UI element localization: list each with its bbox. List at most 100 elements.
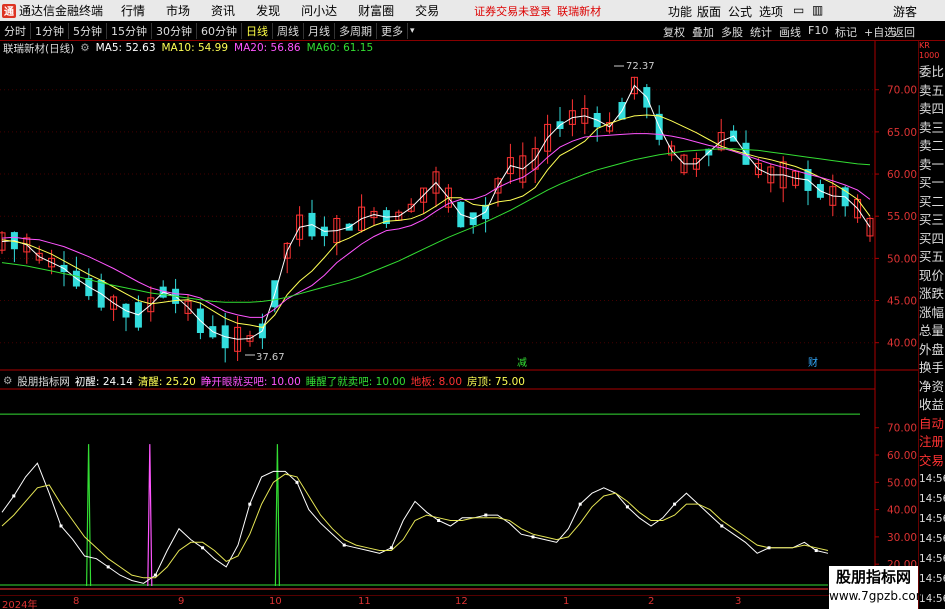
indicator-dot: [59, 524, 63, 528]
indicator-dot: [201, 546, 205, 550]
watermark: 股朋指标网 www.7gpzb.com: [829, 566, 928, 609]
panel-item[interactable]: 卖一: [919, 156, 945, 175]
moving-average-lines: [1, 84, 871, 340]
panel-item[interactable]: 涨幅: [919, 304, 945, 323]
indicator-dot: [248, 502, 252, 506]
panel-item[interactable]: 外盘: [919, 341, 945, 360]
watermark-title: 股朋指标网: [835, 568, 911, 586]
panel-item[interactable]: 买一: [919, 174, 945, 193]
indicator-name[interactable]: 股朋指标网: [17, 374, 70, 389]
indicator-dot: [342, 543, 346, 547]
ind-y-tick-label: 60.00: [887, 450, 917, 462]
y-tick-label: 55.00: [887, 211, 917, 223]
ind-y-tick-label: 70.00: [887, 423, 917, 435]
x-axis-labels: 2024年 8 9 10 11 12 1 2 3: [0, 596, 830, 609]
watermark-url: www.7gpzb.com: [829, 589, 928, 603]
panel-item[interactable]: 换手: [919, 359, 945, 378]
candlestick-series: [0, 76, 874, 363]
panel-item[interactable]: 委比: [919, 63, 945, 82]
main-grid: [0, 89, 875, 344]
ind-legend-roof: 房顶: 75.00: [467, 375, 525, 388]
indicator-gear-icon[interactable]: ⚙: [0, 375, 12, 387]
panel-item[interactable]: 净资: [919, 378, 945, 397]
y-tick-label: 60.00: [887, 169, 917, 181]
panel-item[interactable]: 卖二: [919, 137, 945, 156]
panel-item[interactable]: 买二: [919, 193, 945, 212]
sell-signal-spike: [274, 444, 280, 587]
indicator-dot: [673, 502, 677, 506]
quote-side-panel: KR 1000 委比 卖五 卖四 卖三 卖二 卖一 买一 买二 买三 买四 买五 现价 涨跌 涨幅 总量 外盘换…: [918, 41, 945, 609]
main-annotations: 72.37 37.67 减 财: [245, 61, 818, 369]
ind-legend-floor: 地板: 8.00: [410, 375, 463, 388]
x-tick-label: 3: [735, 596, 742, 607]
ind-y-tick-label: 40.00: [887, 505, 917, 517]
y-tick-label: 45.00: [887, 296, 917, 308]
x-tick-label: 9: [178, 596, 185, 607]
panel-item[interactable]: 买五: [919, 248, 945, 267]
indicator-dot: [720, 524, 724, 528]
x-tick-label: 10: [269, 596, 282, 607]
indicator-dot: [437, 519, 441, 523]
x-tick-label: 2024年: [2, 600, 38, 609]
chart-canvas[interactable]: 70.00 65.00 60.00 55.00 50.00 45.00 40.00 72.3…: [0, 0, 918, 596]
indicator-dot: [625, 505, 629, 509]
indicator-grid: [0, 413, 860, 590]
panel-item[interactable]: 收益: [919, 396, 945, 415]
panel-item-action[interactable]: 交易: [919, 452, 945, 471]
tick-time: 14:56: [919, 553, 945, 565]
panel-item[interactable]: 卖五: [919, 82, 945, 101]
ma-line-ma20: [1, 133, 871, 318]
panel-item[interactable]: 总量: [919, 322, 945, 341]
indicator-dot: [531, 535, 535, 539]
x-tick-label: 12: [455, 596, 468, 607]
indicator-dot: [767, 546, 771, 550]
indicator-dot: [484, 513, 488, 517]
indicator-dot: [106, 565, 110, 569]
x-tick-label: 2: [648, 596, 655, 607]
ind-y-tick-label: 50.00: [887, 477, 917, 489]
indicator-header: ⚙ 股朋指标网 初醒: 24.14 清醒: 25.20 睁开眼就买吧: 10.0…: [0, 374, 525, 388]
y-tick-label: 50.00: [887, 253, 917, 265]
ma-line-ma5: [1, 84, 871, 340]
indicator-dot: [389, 546, 393, 550]
indicator-dot: [814, 549, 818, 553]
indicator-line-qingxing: [1, 473, 829, 579]
ind-legend-sell: 睡醒了就卖吧: 10.00: [305, 375, 406, 388]
reduce-holding-marker[interactable]: 减: [517, 357, 527, 369]
tick-time: 14:56: [919, 493, 945, 505]
sell-signal-spike: [86, 444, 92, 587]
tick-time: 14:56: [919, 533, 945, 545]
financial-report-marker[interactable]: 财: [808, 356, 818, 369]
indicator-y-axis: 70.0060.0050.0040.0030.0020.00: [875, 423, 917, 571]
panel-code: KR 1000: [919, 41, 940, 60]
panel-item[interactable]: 涨跌: [919, 285, 945, 304]
panel-item[interactable]: 买四: [919, 230, 945, 249]
indicator-dot: [12, 494, 16, 498]
ind-y-tick-label: 30.00: [887, 532, 917, 544]
main-y-axis: 70.00 65.00 60.00 55.00 50.00 45.00 40.00: [875, 85, 917, 350]
high-price-label: 72.37: [626, 61, 655, 72]
buy-signal-spike: [147, 444, 153, 587]
indicator-dot: [153, 573, 157, 577]
tick-time: 14:56: [919, 573, 945, 585]
panel-item[interactable]: 卖三: [919, 119, 945, 138]
x-tick-label: 8: [73, 596, 80, 607]
panel-item-action[interactable]: 注册: [919, 433, 945, 452]
panel-item[interactable]: 现价: [919, 267, 945, 286]
panel-item[interactable]: 卖四: [919, 100, 945, 119]
y-tick-label: 65.00: [887, 127, 917, 139]
indicator-dot: [578, 502, 582, 506]
panel-item-action[interactable]: 自动: [919, 415, 945, 434]
low-price-label: 37.67: [256, 352, 285, 363]
ind-legend-buy: 睁开眼就买吧: 10.00: [200, 375, 301, 388]
ind-legend-chuxing: 初醒: 24.14: [74, 375, 133, 388]
y-tick-label: 70.00: [887, 85, 917, 97]
x-tick-label: 11: [358, 596, 371, 607]
indicator-lines: [1, 444, 829, 587]
tick-time: 14:56: [919, 513, 945, 525]
tick-time: 14:56: [919, 473, 945, 485]
indicator-dot: [295, 480, 299, 484]
panel-item[interactable]: 买三: [919, 211, 945, 230]
indicator-line-chuxing: [1, 462, 829, 584]
x-tick-label: 1: [563, 596, 570, 607]
